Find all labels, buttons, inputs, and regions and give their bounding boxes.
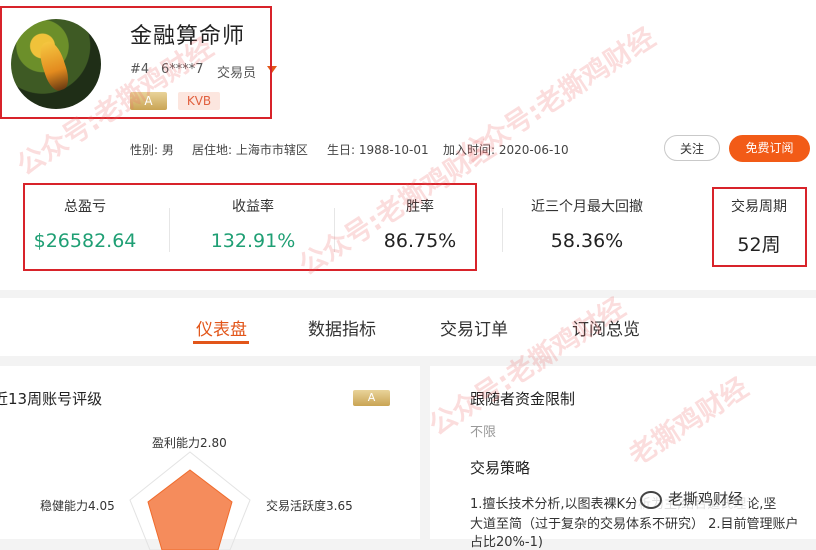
wechat-tag: 老撕鸡财经 [636,485,750,513]
tab-subscriptions[interactable]: 订阅总览 [572,315,640,340]
highlight-box-stats [23,183,477,271]
wechat-icon [640,490,662,509]
strategy-title: 交易策略 [470,459,531,477]
birthday: 生日: 1988-10-01 [327,143,429,157]
tab-metrics[interactable]: 数据指标 [308,315,376,340]
subscribe-button[interactable]: 免费订阅 [729,135,810,162]
stat-label: 近三个月最大回撤 [531,199,643,215]
radar-chart [129,451,251,550]
wechat-tag-label: 老撕鸡财经 [668,490,744,508]
strategy-line-2: 大道至简（过于复杂的交易体系不研究） 2.目前管理账户 [470,517,799,532]
radar-label-stability: 稳健能力4.05 [40,499,115,513]
highlight-box-period [712,187,807,267]
gender: 性别: 男 [130,143,174,157]
highlight-box-profile [0,6,272,119]
strategy-line-3: 占比20%-1) [470,535,543,550]
tab-bar [0,298,816,356]
tab-orders[interactable]: 交易订单 [440,315,508,340]
limit-value: 不限 [470,425,497,440]
stat-value: 58.36% [550,230,624,252]
join-date: 加入时间: 2020-06-10 [443,143,569,157]
active-tab-indicator [193,341,249,344]
radar-label-profit: 盈利能力2.80 [152,436,227,450]
follow-button[interactable]: 关注 [664,135,720,161]
radar-label-activity: 交易活跃度3.65 [266,499,353,513]
limit-title: 跟随者资金限制 [470,390,576,408]
divider [502,208,503,252]
rating-title: 近13周账号评级 [0,390,103,408]
stat-max-drawdown: 近三个月最大回撤 58.36% [517,196,657,252]
location: 居住地: 上海市市辖区 [192,143,308,157]
radar-area [147,469,233,550]
tab-dashboard[interactable]: 仪表盘 [196,315,247,340]
rating-level-badge: A [353,390,390,406]
